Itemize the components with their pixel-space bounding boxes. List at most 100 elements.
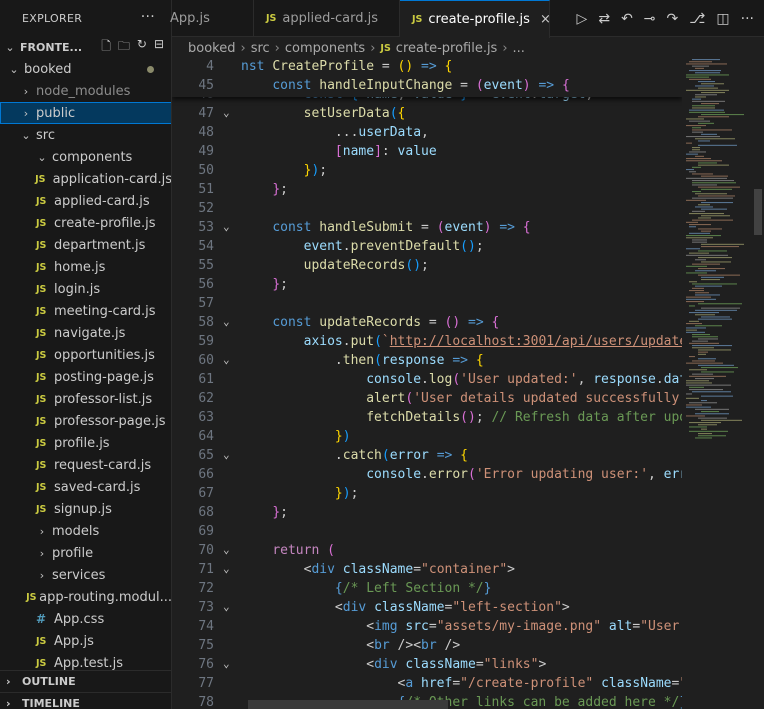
tree-item[interactable]: › models bbox=[0, 520, 171, 542]
tree-item[interactable]: › profile bbox=[0, 542, 171, 564]
breadcrumb-item[interactable]: create-profile.js bbox=[396, 41, 498, 56]
tree-item[interactable]: JS login.js bbox=[0, 278, 171, 300]
code-line[interactable]: <img src="assets/my-image.png" alt="User… bbox=[241, 619, 682, 634]
code-line[interactable]: fetchDetails(); // Refresh data after up… bbox=[241, 410, 682, 425]
tree-item[interactable]: JS posting-page.js bbox=[0, 366, 171, 388]
split-editor-icon[interactable]: ◫ bbox=[716, 11, 729, 27]
tree-item[interactable]: ⌄ src bbox=[0, 124, 171, 146]
breadcrumb-item[interactable]: ... bbox=[513, 41, 525, 56]
tree-item[interactable]: JS professor-page.js bbox=[0, 410, 171, 432]
tab-app-js[interactable]: App.js bbox=[158, 0, 254, 37]
outline-panel[interactable]: › OUTLINE bbox=[0, 670, 171, 692]
code-line[interactable]: event.preventDefault(); bbox=[241, 239, 484, 254]
sticky-code-line[interactable]: nst CreateProfile = () => { bbox=[241, 59, 452, 74]
breadcrumb-item[interactable]: booked bbox=[188, 41, 235, 56]
tree-item[interactable]: JS signup.js bbox=[0, 498, 171, 520]
ellipsis-icon[interactable]: ··· bbox=[741, 11, 754, 27]
fold-chevron-icon[interactable]: ⌄ bbox=[223, 448, 230, 461]
new-file-icon[interactable]: 🗋 bbox=[101, 37, 111, 58]
code-line[interactable]: return ( bbox=[241, 543, 335, 558]
code-line[interactable]: <div className="left-section"> bbox=[241, 600, 570, 615]
tab-applied-card-js[interactable]: JS applied-card.js bbox=[254, 0, 400, 37]
line-number: 47 bbox=[198, 106, 214, 121]
tree-item[interactable]: JS saved-card.js bbox=[0, 476, 171, 498]
code-line[interactable]: }; bbox=[241, 277, 288, 292]
compare-icon[interactable]: ⇄ bbox=[598, 11, 610, 27]
tree-item[interactable]: JS department.js bbox=[0, 234, 171, 256]
tree-item[interactable]: JS home.js bbox=[0, 256, 171, 278]
code-line[interactable]: }); bbox=[241, 163, 327, 178]
fold-chevron-icon[interactable]: ⌄ bbox=[223, 315, 230, 328]
code-line[interactable]: .then(response => { bbox=[241, 353, 484, 368]
code-line[interactable]: updateRecords(); bbox=[241, 258, 429, 273]
code-line[interactable]: .catch(error => { bbox=[241, 448, 468, 463]
fold-chevron-icon[interactable]: ⌄ bbox=[223, 353, 230, 366]
code-line[interactable]: const updateRecords = () => { bbox=[241, 315, 499, 330]
code-line[interactable]: <div className="links"> bbox=[241, 657, 546, 672]
breadcrumb-item[interactable]: src bbox=[251, 41, 270, 56]
fold-chevron-icon[interactable]: ⌄ bbox=[223, 657, 230, 670]
minimap[interactable] bbox=[682, 59, 752, 709]
tree-item[interactable]: JS applied-card.js bbox=[0, 190, 171, 212]
tree-item[interactable]: JS opportunities.js bbox=[0, 344, 171, 366]
tree-item[interactable]: ⌄ booked bbox=[0, 58, 171, 80]
new-folder-icon[interactable]: 🗀 bbox=[118, 37, 130, 58]
vertical-scrollbar[interactable] bbox=[752, 59, 764, 709]
fold-chevron-icon[interactable]: ⌄ bbox=[223, 543, 230, 556]
tree-item[interactable]: JS navigate.js bbox=[0, 322, 171, 344]
code-line[interactable]: <div className="container"> bbox=[241, 562, 515, 577]
code-line[interactable]: [name]: value bbox=[241, 144, 437, 159]
code-line[interactable]: console.log('User updated:', response.da… bbox=[241, 372, 682, 387]
go-forward-icon[interactable]: ↷ bbox=[667, 11, 679, 27]
refresh-icon[interactable]: ↻ bbox=[137, 37, 147, 58]
run-icon[interactable]: ▷ bbox=[577, 11, 588, 27]
tab-create-profile-js[interactable]: JS create-profile.js × bbox=[400, 0, 551, 38]
close-icon[interactable]: × bbox=[540, 12, 551, 27]
fold-chevron-icon[interactable]: ⌄ bbox=[223, 600, 230, 613]
fold-chevron-icon[interactable]: ⌄ bbox=[223, 562, 230, 575]
code-line[interactable]: setUserData({ bbox=[241, 106, 406, 121]
tree-item[interactable]: › services bbox=[0, 564, 171, 586]
tree-item[interactable]: JS App.test.js bbox=[0, 652, 171, 671]
breadcrumb-item[interactable]: components bbox=[285, 41, 365, 56]
code-line[interactable]: }; bbox=[241, 182, 288, 197]
code-line[interactable]: const handleSubmit = (event) => { bbox=[241, 220, 530, 235]
tree-item[interactable]: ⌄ components bbox=[0, 146, 171, 168]
sticky-scroll[interactable]: 4 nst CreateProfile = () => {45 const han… bbox=[172, 59, 682, 97]
fold-chevron-icon[interactable]: ⌄ bbox=[223, 106, 230, 119]
sticky-code-line[interactable]: const handleInputChange = (event) => { bbox=[241, 78, 569, 93]
gitlens-icon[interactable]: ⎇ bbox=[689, 11, 705, 27]
code-line[interactable]: }; bbox=[241, 505, 288, 520]
tree-item[interactable]: # App.css bbox=[0, 608, 171, 630]
tree-item[interactable]: JS App.js bbox=[0, 630, 171, 652]
tree-item[interactable]: JS application-card.js bbox=[0, 168, 171, 190]
workspace-root[interactable]: ⌄ FRONTE... 🗋 🗀 ↻ ⊟ bbox=[0, 36, 171, 58]
javascript-file-icon: JS bbox=[36, 217, 47, 229]
tree-item[interactable]: › public bbox=[0, 102, 171, 124]
code-line[interactable]: axios.put(`http://localhost:3001/api/use… bbox=[241, 334, 682, 349]
code-line[interactable]: alert('User details updated successfully… bbox=[241, 391, 682, 406]
tree-item[interactable]: JS profile.js bbox=[0, 432, 171, 454]
tree-item[interactable]: JS request-card.js bbox=[0, 454, 171, 476]
tree-item[interactable]: › node_modules bbox=[0, 80, 171, 102]
tree-item[interactable]: JS meeting-card.js bbox=[0, 300, 171, 322]
code-line[interactable]: <a href="/create-profile" className="pro bbox=[241, 676, 682, 691]
go-back-icon[interactable]: ↶ bbox=[621, 11, 633, 27]
code-line[interactable]: }); bbox=[241, 486, 358, 501]
step-icon[interactable]: ⊸ bbox=[644, 11, 656, 27]
code-line[interactable]: <br /><br /> bbox=[241, 638, 460, 653]
timeline-panel[interactable]: › TIMELINE bbox=[0, 692, 171, 709]
fold-chevron-icon[interactable]: ⌄ bbox=[223, 220, 230, 233]
code-line[interactable]: }) bbox=[241, 429, 351, 444]
tree-item[interactable]: JS create-profile.js bbox=[0, 212, 171, 234]
code-line[interactable]: ...userData, bbox=[241, 125, 429, 140]
code-line[interactable]: console.error('Error updating user:', er… bbox=[241, 467, 682, 482]
scrollbar-thumb[interactable] bbox=[754, 189, 762, 235]
code-line[interactable]: {/* Left Section */} bbox=[241, 581, 492, 596]
tree-item[interactable]: JS app-routing.modul... bbox=[0, 586, 171, 608]
collapse-all-icon[interactable]: ⊟ bbox=[154, 37, 164, 58]
ellipsis-icon[interactable]: ··· bbox=[141, 9, 155, 25]
horizontal-scrollbar[interactable] bbox=[248, 700, 448, 709]
tree-item[interactable]: JS professor-list.js bbox=[0, 388, 171, 410]
code-editor[interactable]: 46 const { name, value } = event.target;… bbox=[172, 59, 682, 709]
